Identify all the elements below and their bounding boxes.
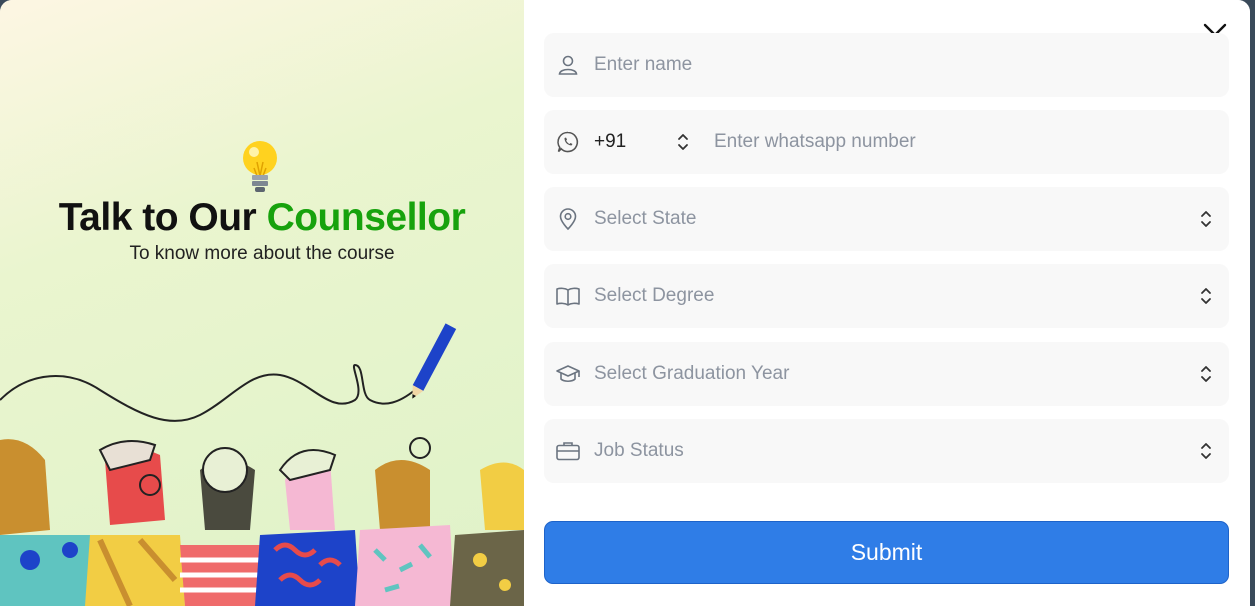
state-select-label: Select State xyxy=(594,208,697,229)
map-pin-icon xyxy=(554,205,582,233)
lightbulb-icon xyxy=(243,141,277,192)
book-icon xyxy=(554,282,582,310)
counsellor-modal: Talk to Our Counsellor To know more abou… xyxy=(0,0,1250,606)
graduation-year-select[interactable]: Select Graduation Year xyxy=(544,342,1229,406)
briefcase-icon xyxy=(554,437,582,465)
job-status-select-label: Job Status xyxy=(594,440,684,461)
chevron-updown-icon xyxy=(1201,443,1211,459)
graduation-cap-icon xyxy=(554,360,582,388)
chevron-updown-icon xyxy=(1201,211,1211,227)
whatsapp-icon xyxy=(554,128,582,156)
graduation-year-select-label: Select Graduation Year xyxy=(594,363,790,384)
state-select[interactable]: Select State xyxy=(544,187,1229,251)
people-illustration xyxy=(0,323,524,606)
promo-heading: Talk to Our Counsellor xyxy=(0,196,524,240)
chevron-updown-icon xyxy=(1201,288,1211,304)
name-field[interactable]: Enter name xyxy=(544,33,1229,97)
degree-select-label: Select Degree xyxy=(594,285,715,306)
promo-panel: Talk to Our Counsellor To know more abou… xyxy=(0,0,524,606)
promo-heading-accent: Counsellor xyxy=(266,196,466,239)
country-code-chevron-icon[interactable] xyxy=(672,130,694,154)
form-panel: Enter name +91 Enter whatsapp number Sel… xyxy=(524,0,1250,606)
submit-button[interactable]: Submit xyxy=(544,521,1229,584)
country-code[interactable]: +91 xyxy=(594,131,672,153)
promo-subheading: To know more about the course xyxy=(129,243,395,264)
degree-select[interactable]: Select Degree xyxy=(544,264,1229,328)
job-status-select[interactable]: Job Status xyxy=(544,419,1229,483)
whatsapp-field[interactable]: +91 Enter whatsapp number xyxy=(544,110,1229,174)
name-input[interactable]: Enter name xyxy=(594,54,1229,76)
whatsapp-input[interactable]: Enter whatsapp number xyxy=(714,131,1229,153)
chevron-updown-icon xyxy=(1201,366,1211,382)
user-icon xyxy=(554,51,582,79)
promo-heading-main: Talk to Our xyxy=(58,196,257,239)
